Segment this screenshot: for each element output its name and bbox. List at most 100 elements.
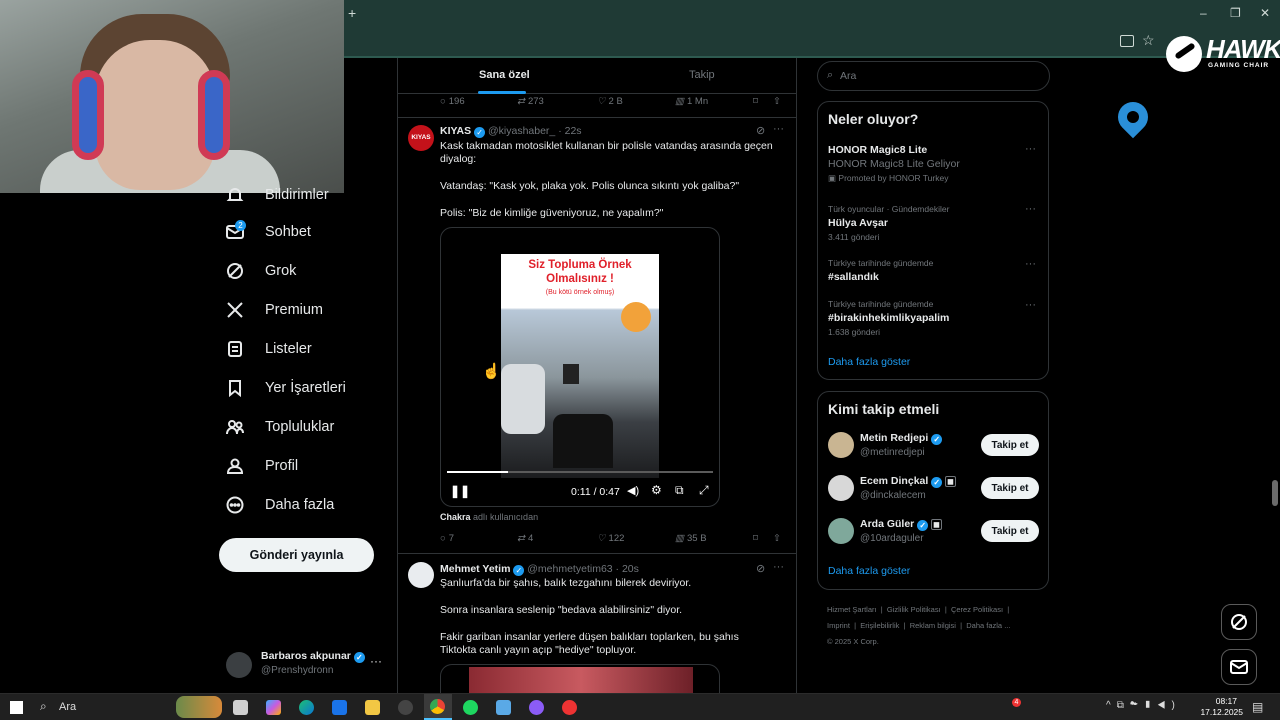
sidebar-item-communities[interactable]: Topluluklar (225, 417, 334, 437)
install-app-icon[interactable] (1120, 35, 1134, 47)
tag-user[interactable]: Chakra (440, 512, 471, 522)
windows-start-icon[interactable] (10, 701, 23, 714)
account-switcher[interactable]: Barbaros akpunar ✓ @Prenshydronn ··· (226, 648, 386, 680)
search-input[interactable]: ⌕ Ara (817, 61, 1050, 91)
trend-item[interactable]: HONOR Magic8 Lite HONOR Magic8 Lite Geli… (828, 143, 960, 185)
sidebar-item-chat[interactable]: 2 Sohbet (225, 220, 311, 242)
chrome-taskbar-button[interactable] (424, 694, 452, 720)
footer-link[interactable]: Imprint (827, 621, 850, 630)
file-explorer-icon[interactable] (365, 700, 380, 715)
trend-item[interactable]: Türk oyuncular · Gündemdekiler Hülya Avş… (828, 202, 949, 244)
footer-link[interactable]: Reklam bilgisi (910, 621, 956, 630)
trend-more-icon[interactable]: ··· (1025, 143, 1036, 155)
more-icon[interactable]: ··· (773, 123, 784, 135)
user-name[interactable]: Arda Güler (860, 518, 914, 530)
footer-link[interactable]: Erişilebilirlik (860, 621, 899, 630)
follow-show-more[interactable]: Daha fazla göster (828, 565, 910, 577)
avatar[interactable] (408, 562, 434, 588)
footer-link[interactable]: Gizlilik Politikası (887, 605, 941, 614)
footer-link[interactable]: Daha fazla ... (966, 621, 1010, 630)
repost-button[interactable]: ⇄ 4 (517, 533, 533, 544)
grok-fab[interactable] (1221, 604, 1257, 640)
settings-gear-icon[interactable]: ⚙ (651, 483, 662, 497)
sidebar-item-grok[interactable]: Grok (225, 261, 296, 281)
new-tab-button[interactable]: + (348, 5, 356, 21)
post-time[interactable]: · 20s (616, 563, 639, 575)
post-media[interactable] (440, 664, 720, 693)
trend-more-icon[interactable]: ··· (1025, 258, 1036, 270)
close-window-button[interactable]: ✕ (1260, 6, 1270, 20)
system-tray-icons[interactable]: ^⧉☁▮◀) (1106, 700, 1181, 711)
pip-icon[interactable]: ⧉ (675, 483, 684, 498)
footer-link[interactable]: Hizmet Şartları (827, 605, 877, 614)
tab-for-you[interactable]: Sana özel (479, 69, 530, 81)
task-view-icon[interactable] (233, 700, 248, 715)
avatar[interactable] (828, 432, 854, 458)
sidebar-item-notifications[interactable]: Bildirimler (225, 185, 329, 205)
sidebar-item-lists[interactable]: Listeler (225, 339, 312, 359)
user-name[interactable]: Metin Redjepi (860, 432, 928, 444)
follow-button[interactable]: Takip et (981, 520, 1039, 542)
clock-date[interactable]: 17.12.2025 (1195, 707, 1243, 717)
video-progress-track[interactable] (447, 471, 713, 473)
avatar[interactable]: KIYAS (408, 125, 434, 151)
account-more-icon[interactable]: ··· (370, 654, 382, 668)
sidebar-item-premium[interactable]: Premium (225, 300, 323, 320)
share-icon[interactable]: ⇧ (773, 533, 781, 544)
user-name[interactable]: Ecem Dinçkal (860, 475, 928, 487)
follow-button[interactable]: Takip et (981, 477, 1039, 499)
app-icon[interactable] (496, 700, 511, 715)
trend-item[interactable]: Türkiye tarihinde gündemde #sallandık (828, 256, 933, 284)
views-button[interactable]: ▥ 1 Mn (675, 96, 708, 107)
author-handle[interactable]: @kiyashaber_ (488, 125, 555, 137)
tab-following[interactable]: Takip (689, 69, 715, 81)
reply-button[interactable]: ○ 196 (440, 96, 465, 107)
page-scrollbar[interactable] (1272, 480, 1278, 506)
trend-more-icon[interactable]: ··· (1025, 299, 1036, 311)
grok-icon[interactable]: ⊘ (756, 124, 765, 137)
edge-icon[interactable] (299, 700, 314, 715)
sidebar-item-profile[interactable]: Profil (225, 456, 298, 476)
bookmark-button[interactable]: ⌑ (753, 96, 758, 107)
sidebar-item-bookmarks[interactable]: Yer İşaretleri (225, 378, 346, 398)
follow-button[interactable]: Takip et (981, 434, 1039, 456)
star-icon[interactable]: ☆ (1142, 32, 1155, 49)
spotify-icon[interactable] (463, 700, 478, 715)
repost-button[interactable]: ⇄ 273 (517, 96, 544, 107)
fullscreen-icon[interactable]: ⤢ (699, 483, 709, 498)
app-icon[interactable] (562, 700, 577, 715)
notification-center-icon[interactable]: ▤ (1252, 700, 1263, 714)
post-time[interactable]: · 22s (558, 125, 581, 137)
share-icon[interactable]: ⇧ (773, 96, 781, 107)
like-button[interactable]: ♡ 122 (597, 533, 624, 544)
clock-time[interactable]: 08:17 (1195, 696, 1237, 706)
pause-icon[interactable]: ❚❚ (450, 484, 470, 498)
bookmark-button[interactable]: ⌑ (753, 533, 758, 544)
more-icon[interactable]: ··· (773, 561, 784, 573)
trends-show-more[interactable]: Daha fazla göster (828, 356, 910, 368)
restore-button[interactable]: ❐ (1230, 6, 1241, 20)
messages-fab[interactable] (1221, 649, 1257, 685)
discord-icon[interactable] (529, 700, 544, 715)
copilot-icon[interactable] (266, 700, 281, 715)
author-name[interactable]: KIYAS (440, 125, 471, 137)
grok-icon[interactable]: ⊘ (756, 562, 765, 575)
footer-link[interactable]: Çerez Politikası (951, 605, 1003, 614)
mail-app-icon[interactable] (332, 700, 347, 715)
avatar[interactable] (828, 518, 854, 544)
views-button[interactable]: ▥ 35 B (675, 533, 707, 544)
reply-button[interactable]: ○ 7 (440, 533, 454, 544)
taskbar-widget-image[interactable] (176, 696, 222, 718)
xbox-icon[interactable] (398, 700, 413, 715)
minimize-button[interactable]: – (1200, 6, 1207, 20)
author-handle[interactable]: @mehmetyetim63 (527, 563, 612, 575)
volume-icon[interactable]: ◀) (627, 484, 639, 497)
like-button[interactable]: ♡ 2 B (597, 96, 623, 107)
trend-item[interactable]: Türkiye tarihinde gündemde #birakinhekim… (828, 297, 949, 339)
avatar[interactable] (828, 475, 854, 501)
author-name[interactable]: Mehmet Yetim (440, 563, 510, 575)
sidebar-item-more[interactable]: Daha fazla (225, 495, 334, 515)
taskbar-search[interactable]: ⌕ Ara (34, 697, 184, 717)
post-button[interactable]: Gönderi yayınla (219, 538, 374, 572)
trend-more-icon[interactable]: ··· (1025, 203, 1036, 215)
